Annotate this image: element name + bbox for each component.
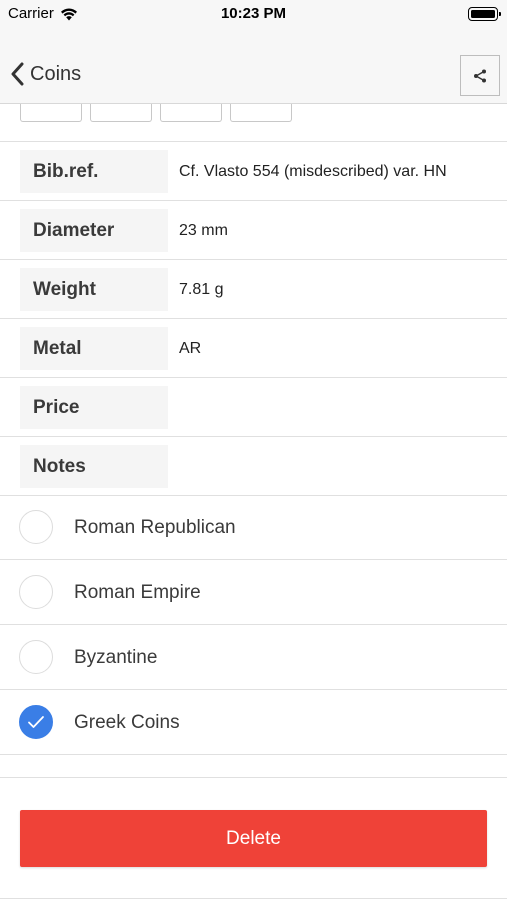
photo-thumbnails bbox=[20, 104, 292, 122]
radio-unchecked-icon[interactable] bbox=[19, 510, 53, 544]
category-label: Roman Republican bbox=[74, 517, 236, 538]
chevron-left-icon bbox=[11, 62, 24, 86]
category-option[interactable]: Roman Republican bbox=[0, 495, 507, 560]
field-value-weight[interactable]: 7.81 g bbox=[179, 268, 223, 311]
category-label: Byzantine bbox=[74, 647, 158, 668]
radio-unchecked-icon[interactable] bbox=[19, 640, 53, 674]
category-option[interactable]: Roman Empire bbox=[0, 560, 507, 625]
category-label: Greek Coins bbox=[74, 712, 180, 733]
field-row-weight: Weight 7.81 g bbox=[0, 260, 507, 319]
photo-thumbnail[interactable] bbox=[20, 104, 82, 122]
share-button[interactable] bbox=[460, 55, 500, 96]
field-row-bibref: Bib.ref. Cf. Vlasto 554 (misdescribed) v… bbox=[0, 142, 507, 201]
status-time: 10:23 PM bbox=[220, 5, 287, 22]
status-bar: Carrier 10:23 PM bbox=[0, 0, 507, 28]
checkmark-icon bbox=[28, 716, 44, 728]
category-option[interactable]: Greek Coins bbox=[0, 690, 507, 755]
field-row-metal: Metal AR bbox=[0, 319, 507, 378]
field-label: Notes bbox=[20, 445, 168, 488]
share-icon bbox=[474, 69, 486, 82]
back-button[interactable]: Coins bbox=[10, 62, 81, 86]
coin-detail-content: Bib.ref. Cf. Vlasto 554 (misdescribed) v… bbox=[0, 104, 507, 900]
field-label: Diameter bbox=[20, 209, 168, 252]
field-label: Bib.ref. bbox=[20, 150, 168, 193]
field-label: Price bbox=[20, 386, 168, 429]
photo-thumbnail[interactable] bbox=[160, 104, 222, 122]
field-row-diameter: Diameter 23 mm bbox=[0, 201, 507, 260]
field-value-metal[interactable]: AR bbox=[179, 327, 201, 370]
category-label: Roman Empire bbox=[74, 582, 201, 603]
radio-checked-icon[interactable] bbox=[19, 705, 53, 739]
field-value-bibref[interactable]: Cf. Vlasto 554 (misdescribed) var. HN bbox=[179, 150, 447, 193]
field-row-price: Price bbox=[0, 378, 507, 437]
back-label: Coins bbox=[30, 62, 82, 85]
battery-icon bbox=[468, 7, 501, 21]
photo-thumbnail[interactable] bbox=[230, 104, 292, 122]
divider bbox=[0, 898, 507, 899]
delete-button[interactable]: Delete bbox=[20, 810, 487, 867]
photo-thumbnail[interactable] bbox=[90, 104, 152, 122]
field-row-notes: Notes bbox=[0, 437, 507, 496]
field-label: Weight bbox=[20, 268, 168, 311]
field-value-diameter[interactable]: 23 mm bbox=[179, 209, 228, 252]
navigation-bar: Coins bbox=[0, 28, 507, 104]
divider bbox=[0, 777, 507, 778]
field-label: Metal bbox=[20, 327, 168, 370]
category-option[interactable]: Byzantine bbox=[0, 625, 507, 690]
radio-unchecked-icon[interactable] bbox=[19, 575, 53, 609]
